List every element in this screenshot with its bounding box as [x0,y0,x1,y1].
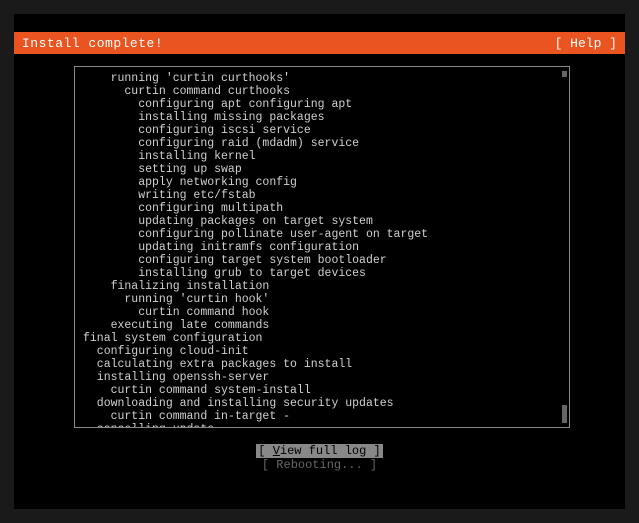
header-bar: Install complete! [ Help ] [14,32,625,54]
page-title: Install complete! [22,36,163,51]
hotkey-v: V [273,444,280,458]
rebooting-button: [ Rebooting... ] [260,458,379,472]
install-log-panel: running 'curtin curthooks' curtin comman… [74,66,570,428]
scrollbar-up-icon [562,71,567,77]
scrollbar[interactable] [562,71,567,423]
footer-buttons: [ View full log ] [ Rebooting... ] [14,444,625,472]
scrollbar-thumb[interactable] [562,405,567,423]
install-log-text: running 'curtin curthooks' curtin comman… [83,72,561,428]
window-frame: Install complete! [ Help ] running 'curt… [0,0,639,523]
view-full-log-button[interactable]: [ View full log ] [256,444,382,458]
installer-screen: Install complete! [ Help ] running 'curt… [14,14,625,509]
help-button[interactable]: [ Help ] [555,36,617,51]
